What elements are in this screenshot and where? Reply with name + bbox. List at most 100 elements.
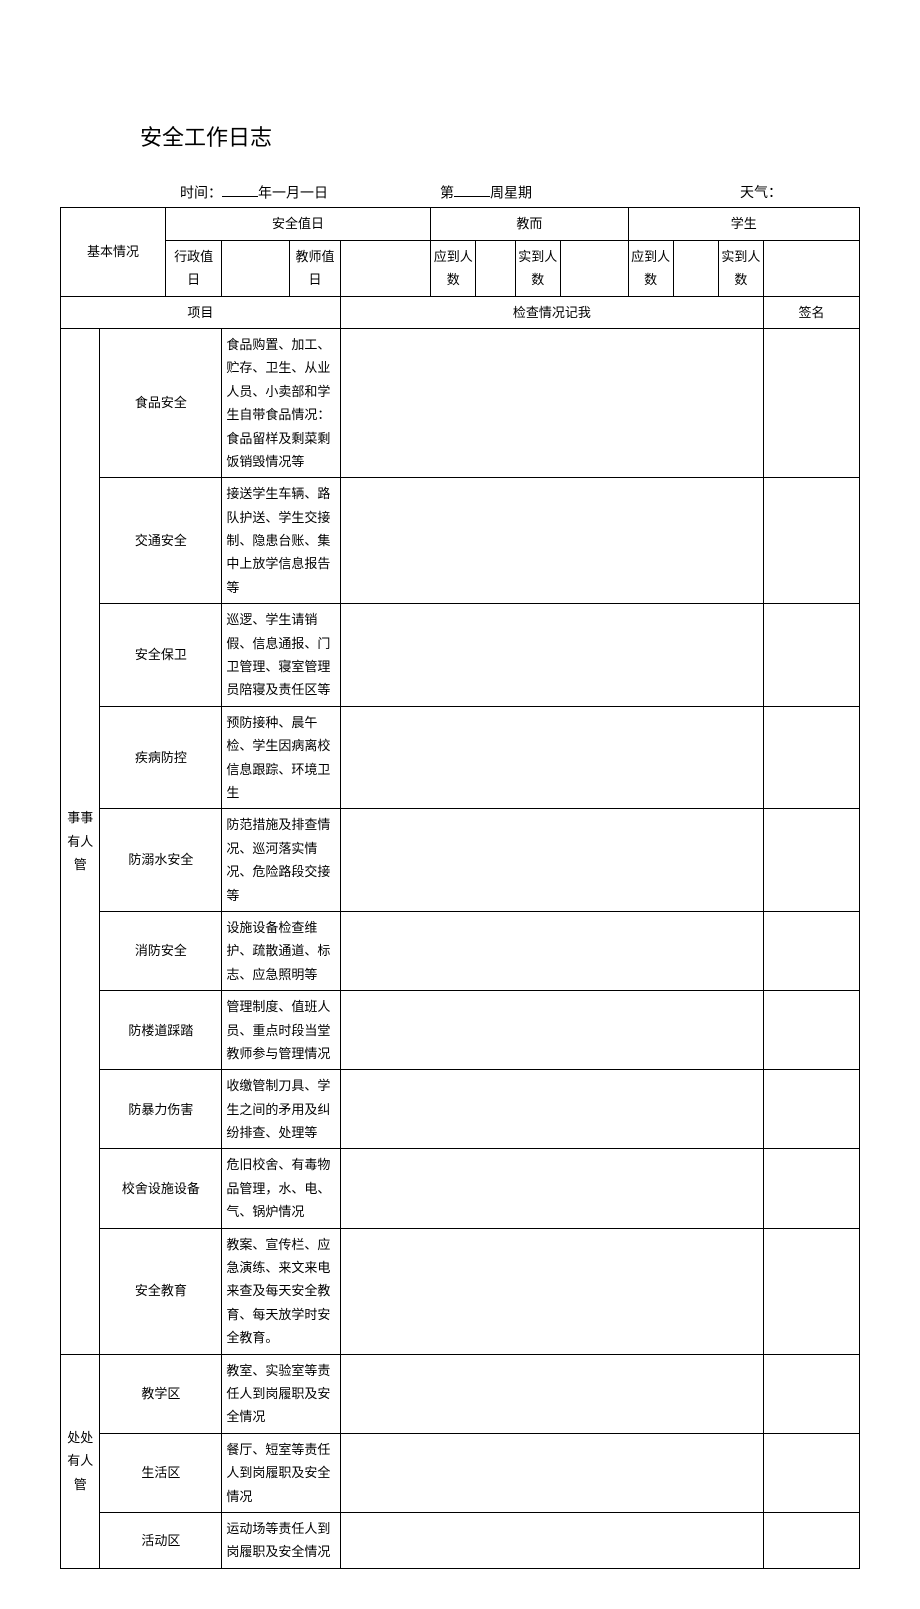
header-row-1: 基本情况 安全值日 教而 学生 xyxy=(61,208,860,240)
week-blank[interactable] xyxy=(454,182,490,197)
s-actual-val[interactable] xyxy=(763,240,859,296)
weather-label: 天气： xyxy=(740,186,782,201)
header-row-3: 项目 检查情况记我 签名 xyxy=(61,296,860,328)
cat-cell: 交通安全 xyxy=(100,478,222,604)
desc-cell: 接送学生车辆、路队护送、学生交接制、隐患台账、集中上放学信息报告等 xyxy=(222,478,340,604)
teacher-header: 教而 xyxy=(431,208,628,240)
table-row: 安全教育 教案、宣传栏、应急演练、来文来电来查及每天安全教育、每天放学时安全教育… xyxy=(61,1228,860,1354)
table-row: 交通安全 接送学生车辆、路队护送、学生交接制、隐患台账、集中上放学信息报告等 xyxy=(61,478,860,604)
t-expected-val[interactable] xyxy=(476,240,515,296)
cat-cell: 教学区 xyxy=(100,1354,222,1433)
sign-header: 签名 xyxy=(763,296,859,328)
sign-cell[interactable] xyxy=(763,1433,859,1512)
desc-cell: 危旧校舍、有毒物品管理，水、电、气、锅炉情况 xyxy=(222,1149,340,1228)
desc-cell: 预防接种、晨午检、学生因病离校信息跟踪、环境卫生 xyxy=(222,706,340,809)
s-actual-header: 实到人数 xyxy=(718,240,763,296)
project-header: 项目 xyxy=(61,296,341,328)
meta-weather: 天气： xyxy=(740,182,860,202)
record-cell[interactable] xyxy=(340,911,763,990)
table-row: 事事有人管 食品安全 食品购置、加工、贮存、卫生、从业人员、小卖部和学生自带食品… xyxy=(61,328,860,477)
teacher-duty-header: 教师值日 xyxy=(290,240,341,296)
week-prefix: 第 xyxy=(440,186,454,201)
cat-cell: 安全保卫 xyxy=(100,604,222,707)
sign-cell[interactable] xyxy=(763,1149,859,1228)
cat-cell: 消防安全 xyxy=(100,911,222,990)
t-actual-val[interactable] xyxy=(560,240,628,296)
table-row: 消防安全 设施设备检查维护、疏散通道、标志、应急照明等 xyxy=(61,911,860,990)
week-suffix: 周星期 xyxy=(490,186,532,201)
table-row: 生活区 餐厅、短室等责任人到岗履职及安全情况 xyxy=(61,1433,860,1512)
sign-cell[interactable] xyxy=(763,809,859,912)
s-expected-header: 应到人数 xyxy=(628,240,673,296)
sign-cell[interactable] xyxy=(763,1354,859,1433)
basic-header: 基本情况 xyxy=(61,208,166,296)
record-cell[interactable] xyxy=(340,809,763,912)
t-expected-header: 应到人数 xyxy=(431,240,476,296)
record-cell[interactable] xyxy=(340,706,763,809)
s-expected-val[interactable] xyxy=(673,240,718,296)
desc-cell: 设施设备检查维护、疏散通道、标志、应急照明等 xyxy=(222,911,340,990)
duty-header: 安全值日 xyxy=(165,208,430,240)
record-header: 检查情况记我 xyxy=(340,296,763,328)
sign-cell[interactable] xyxy=(763,1070,859,1149)
sign-cell[interactable] xyxy=(763,911,859,990)
cat-cell: 食品安全 xyxy=(100,328,222,477)
section2-group: 处处有人管 xyxy=(61,1354,100,1568)
record-cell[interactable] xyxy=(340,1149,763,1228)
sign-cell[interactable] xyxy=(763,478,859,604)
desc-cell: 收缴管制刀具、学生之间的矛用及纠纷排查、处理等 xyxy=(222,1070,340,1149)
table-row: 处处有人管 教学区 教室、实验室等责任人到岗履职及安全情况 xyxy=(61,1354,860,1433)
table-row: 安全保卫 巡逻、学生请销假、信息通报、门卫管理、寝室管理员陪寝及责任区等 xyxy=(61,604,860,707)
main-table: 基本情况 安全值日 教而 学生 行政值日 教师值日 应到人数 实到人数 应到人数… xyxy=(60,207,860,1568)
record-cell[interactable] xyxy=(340,1512,763,1568)
cat-cell: 活动区 xyxy=(100,1512,222,1568)
table-row: 防暴力伤害 收缴管制刀具、学生之间的矛用及纠纷排查、处理等 xyxy=(61,1070,860,1149)
cat-cell: 防溺水安全 xyxy=(100,809,222,912)
page-title: 安全工作日志 xyxy=(140,120,860,152)
meta-row: 时间：年一月一日 第 周星期 天气： xyxy=(180,182,860,202)
desc-cell: 防范措施及排查情况、巡河落实情况、危险路段交接等 xyxy=(222,809,340,912)
desc-cell: 教室、实验室等责任人到岗履职及安全情况 xyxy=(222,1354,340,1433)
sign-cell[interactable] xyxy=(763,1228,859,1354)
sign-cell[interactable] xyxy=(763,328,859,477)
record-cell[interactable] xyxy=(340,328,763,477)
meta-time: 时间：年一月一日 xyxy=(180,182,440,202)
sign-cell[interactable] xyxy=(763,706,859,809)
cat-cell: 疾病防控 xyxy=(100,706,222,809)
cat-cell: 安全教育 xyxy=(100,1228,222,1354)
desc-cell: 教案、宣传栏、应急演练、来文来电来查及每天安全教育、每天放学时安全教育。 xyxy=(222,1228,340,1354)
record-cell[interactable] xyxy=(340,1070,763,1149)
desc-cell: 管理制度、值班人员、重点时段当堂教师参与管理情况 xyxy=(222,991,340,1070)
header-row-2: 行政值日 教师值日 应到人数 实到人数 应到人数 实到人数 xyxy=(61,240,860,296)
t-actual-header: 实到人数 xyxy=(515,240,560,296)
table-row: 疾病防控 预防接种、晨午检、学生因病离校信息跟踪、环境卫生 xyxy=(61,706,860,809)
record-cell[interactable] xyxy=(340,1354,763,1433)
year-blank[interactable] xyxy=(222,182,258,197)
cat-cell: 防暴力伤害 xyxy=(100,1070,222,1149)
sign-cell[interactable] xyxy=(763,991,859,1070)
cat-cell: 校舍设施设备 xyxy=(100,1149,222,1228)
sign-cell[interactable] xyxy=(763,604,859,707)
table-row: 活动区 运动场等责任人到岗履职及安全情况 xyxy=(61,1512,860,1568)
admin-duty-val[interactable] xyxy=(222,240,290,296)
section1-group: 事事有人管 xyxy=(61,328,100,1354)
desc-cell: 运动场等责任人到岗履职及安全情况 xyxy=(222,1512,340,1568)
record-cell[interactable] xyxy=(340,604,763,707)
desc-cell: 餐厅、短室等责任人到岗履职及安全情况 xyxy=(222,1433,340,1512)
table-row: 防溺水安全 防范措施及排查情况、巡河落实情况、危险路段交接等 xyxy=(61,809,860,912)
sign-cell[interactable] xyxy=(763,1512,859,1568)
meta-week: 第 周星期 xyxy=(440,182,740,202)
record-cell[interactable] xyxy=(340,478,763,604)
admin-duty-header: 行政值日 xyxy=(165,240,221,296)
desc-cell: 食品购置、加工、贮存、卫生、从业人员、小卖部和学生自带食品情况：食品留样及剩菜剩… xyxy=(222,328,340,477)
table-row: 防楼道踩踏 管理制度、值班人员、重点时段当堂教师参与管理情况 xyxy=(61,991,860,1070)
record-cell[interactable] xyxy=(340,1433,763,1512)
time-label: 时间： xyxy=(180,186,222,201)
cat-cell: 防楼道踩踏 xyxy=(100,991,222,1070)
table-row: 校舍设施设备 危旧校舍、有毒物品管理，水、电、气、锅炉情况 xyxy=(61,1149,860,1228)
teacher-duty-val[interactable] xyxy=(340,240,430,296)
desc-cell: 巡逻、学生请销假、信息通报、门卫管理、寝室管理员陪寝及责任区等 xyxy=(222,604,340,707)
record-cell[interactable] xyxy=(340,991,763,1070)
cat-cell: 生活区 xyxy=(100,1433,222,1512)
record-cell[interactable] xyxy=(340,1228,763,1354)
